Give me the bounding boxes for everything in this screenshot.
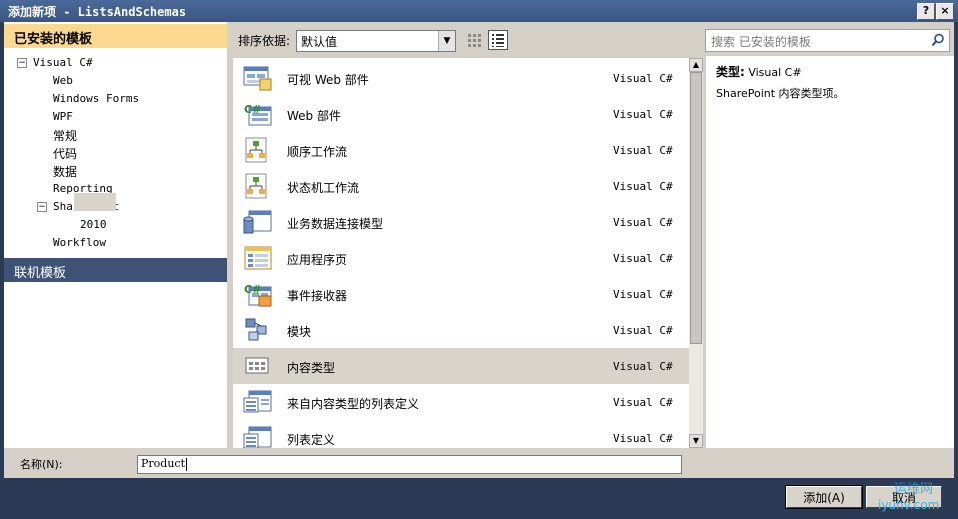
sort-by-dropdown[interactable]: 默认值 ▼ <box>296 30 456 52</box>
collapse-icon[interactable]: − <box>17 58 27 68</box>
template-name: 列表定义 <box>287 433 336 447</box>
template-type-line: 类型: Visual C# <box>716 63 802 80</box>
tree-item-visual-csharp[interactable]: Visual C# <box>33 56 93 69</box>
svg-text:C#: C# <box>244 283 261 296</box>
template-row-application-page[interactable]: 应用程序页 Visual C# <box>233 240 689 276</box>
scroll-up-icon[interactable]: ▲ <box>689 58 703 72</box>
details-view-icon[interactable] <box>488 30 508 50</box>
template-name: 业务数据连接模型 <box>287 217 384 231</box>
watermark-text: 运维网 <box>894 482 934 497</box>
search-box[interactable]: 搜索 已安装的模板 <box>705 29 950 52</box>
tree-item-code[interactable]: 代码 <box>53 145 77 162</box>
event-receiver-icon: C# <box>244 283 272 307</box>
search-icon[interactable] <box>931 33 945 47</box>
name-label: 名称(N): <box>20 458 63 471</box>
bdc-model-icon <box>243 210 272 234</box>
name-field-value: Product <box>141 457 185 470</box>
tree-item-web[interactable]: Web <box>53 74 73 87</box>
template-row-visual-web-part[interactable]: 可视 Web 部件 Visual C# <box>233 60 689 96</box>
template-row-state-machine-workflow[interactable]: 状态机工作流 Visual C# <box>233 168 689 204</box>
list-definition-icon <box>243 426 272 448</box>
window-title: 添加新项 - ListsAndSchemas <box>8 5 187 19</box>
list-definition-icon <box>243 390 272 413</box>
name-field[interactable]: Product <box>137 455 682 474</box>
workflow-icon <box>245 173 267 199</box>
template-language: Visual C# <box>613 144 673 157</box>
scroll-down-icon[interactable]: ▼ <box>689 434 703 448</box>
template-language: Visual C# <box>613 180 673 193</box>
template-row-list-definition-from-content-type[interactable]: 来自内容类型的列表定义 Visual C# <box>233 384 689 420</box>
template-row-content-type[interactable]: 内容类型 Visual C# <box>233 348 689 384</box>
tree-item-2010[interactable]: 2010 <box>80 218 107 231</box>
search-input[interactable]: 搜索 已安装的模板 <box>711 33 811 50</box>
installed-templates-header[interactable]: 已安装的模板 <box>4 24 227 48</box>
template-tree-pane: 已安装的模板 <box>4 22 227 448</box>
template-list: 可视 Web 部件 Visual C# C# Web 部件 Visual C# … <box>233 58 689 448</box>
tree-item-wpf[interactable]: WPF <box>53 110 73 123</box>
close-button[interactable]: × <box>936 3 954 20</box>
template-name: 来自内容类型的列表定义 <box>287 397 420 411</box>
template-name: 模块 <box>287 325 312 339</box>
template-name: 应用程序页 <box>287 253 348 267</box>
template-name: 可视 Web 部件 <box>287 73 369 87</box>
tree-item-data[interactable]: 数据 <box>53 163 77 180</box>
template-name: 事件接收器 <box>287 289 348 303</box>
application-page-icon <box>244 246 272 270</box>
text-caret <box>186 458 187 471</box>
template-language: Visual C# <box>613 252 673 265</box>
template-language: Visual C# <box>613 360 673 373</box>
template-row-list-definition[interactable]: 列表定义 Visual C# <box>233 420 689 448</box>
template-type-label: 类型: <box>716 65 745 79</box>
template-list-scrollbar[interactable]: ▲ ▼ <box>689 58 703 448</box>
template-name: 内容类型 <box>287 361 336 375</box>
tree-item-windows-forms[interactable]: Windows Forms <box>53 92 139 105</box>
scrollbar-thumb[interactable] <box>690 72 702 344</box>
template-name: 顺序工作流 <box>287 145 348 159</box>
tree-item-workflow[interactable]: Workflow <box>53 236 106 249</box>
help-button[interactable]: ? <box>917 3 935 20</box>
sort-by-label: 排序依据: <box>238 34 291 48</box>
watermark-domain: iyunv.com <box>878 498 940 512</box>
tree-item-selection-highlight <box>74 193 116 211</box>
module-icon <box>245 318 267 341</box>
template-language: Visual C# <box>613 108 673 121</box>
add-button[interactable]: 添加(A) <box>785 485 863 509</box>
collapse-icon[interactable]: − <box>37 202 47 212</box>
online-templates-header[interactable]: 联机模板 <box>4 258 227 282</box>
template-row-module[interactable]: 模块 Visual C# <box>233 312 689 348</box>
template-language: Visual C# <box>613 216 673 229</box>
template-type-value: Visual C# <box>748 66 802 79</box>
csharp-web-part-icon: C# <box>244 103 272 126</box>
svg-text:C#: C# <box>244 103 261 116</box>
watermark-logo: 运维网 iyunv.com <box>872 472 952 516</box>
workflow-icon <box>245 137 267 163</box>
installed-templates-label: 已安装的模板 <box>14 32 93 47</box>
template-language: Visual C# <box>613 72 673 85</box>
small-icons-view-icon[interactable] <box>464 30 484 50</box>
template-name: Web 部件 <box>287 109 341 123</box>
visual-web-part-icon <box>243 66 272 91</box>
template-name: 状态机工作流 <box>287 181 360 195</box>
sort-by-value: 默认值 <box>301 35 338 49</box>
template-language: Visual C# <box>613 396 673 409</box>
template-row-sequential-workflow[interactable]: 顺序工作流 Visual C# <box>233 132 689 168</box>
online-templates-label: 联机模板 <box>14 266 67 281</box>
template-row-event-receiver[interactable]: C# 事件接收器 Visual C# <box>233 276 689 312</box>
template-row-bdc-model[interactable]: 业务数据连接模型 Visual C# <box>233 204 689 240</box>
tree-item-general[interactable]: 常规 <box>53 127 77 144</box>
template-row-web-part[interactable]: C# Web 部件 Visual C# <box>233 96 689 132</box>
template-language: Visual C# <box>613 324 673 337</box>
content-type-icon <box>245 357 269 374</box>
title-bar: 添加新项 - ListsAndSchemas ? × <box>0 0 958 22</box>
template-language: Visual C# <box>613 432 673 445</box>
dropdown-arrow-icon[interactable]: ▼ <box>438 31 455 51</box>
template-description: SharePoint 内容类型项。 <box>716 87 845 100</box>
template-language: Visual C# <box>613 288 673 301</box>
